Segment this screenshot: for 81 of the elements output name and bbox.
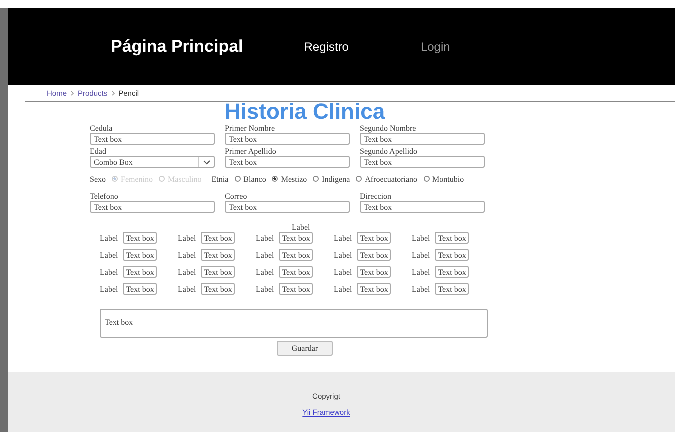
field-label: Label: [334, 268, 352, 276]
text-field[interactable]: Text box: [357, 283, 392, 295]
chevron-right-icon: [71, 91, 74, 96]
text-field[interactable]: Text box: [123, 283, 158, 295]
chevron-down-icon: [202, 160, 210, 164]
site-title: Página Principal: [111, 36, 244, 56]
text-field[interactable]: Text box: [90, 201, 215, 213]
text-field[interactable]: Text box: [435, 249, 470, 261]
text-field[interactable]: Text box: [123, 232, 158, 244]
field-label: Edad: [90, 147, 108, 156]
radio-button[interactable]: [272, 176, 278, 182]
group-label: Etnia: [212, 174, 229, 184]
text-field[interactable]: Text box: [279, 232, 314, 244]
radio-button[interactable]: [356, 176, 362, 182]
text-field[interactable]: Text box: [225, 133, 350, 145]
field-label: Direccion: [360, 192, 393, 201]
nav-link[interactable]: Registro: [304, 40, 349, 54]
save-button[interactable]: Guardar: [277, 341, 333, 356]
text-field[interactable]: Text box: [360, 133, 485, 145]
text-field[interactable]: Text box: [225, 201, 350, 213]
chevron-right-icon: [112, 91, 115, 96]
text-field[interactable]: Text box: [279, 283, 314, 295]
text-field[interactable]: Text box: [357, 232, 392, 244]
nav-link[interactable]: Login: [420, 40, 450, 54]
field-label: Primer Nombre: [225, 124, 276, 133]
field-label: Label: [100, 250, 118, 260]
text-field[interactable]: Text box: [357, 249, 392, 261]
field-label: Label: [256, 234, 274, 242]
text-field[interactable]: Text box: [201, 266, 236, 278]
text-field[interactable]: Text box: [123, 249, 158, 261]
radio-label: Mestizo: [281, 174, 308, 184]
form-title: Historia Clinica: [224, 102, 386, 122]
field-label: Segundo Nombre: [360, 124, 418, 133]
text-field[interactable]: Text box: [279, 266, 314, 278]
field-label: Label: [256, 284, 274, 294]
text-field[interactable]: Text box: [360, 201, 485, 213]
field-label: Label: [256, 250, 274, 260]
combo-value: Combo Box: [94, 157, 133, 167]
field-label: Label: [256, 268, 274, 276]
field-label: Telefono: [90, 192, 120, 201]
field-label: Primer Apellido: [225, 147, 278, 156]
field-label: Label: [178, 234, 196, 242]
text-field[interactable]: Text box: [279, 249, 314, 261]
field-label: Label: [178, 250, 196, 260]
combo-box[interactable]: Combo Box: [90, 156, 215, 168]
text-area[interactable]: Text box: [100, 309, 488, 338]
text-field[interactable]: Text box: [435, 232, 470, 244]
field-label: Label: [334, 250, 352, 260]
field-label: Label: [412, 268, 430, 276]
radio-button[interactable]: [424, 176, 430, 182]
text-field[interactable]: Text box: [225, 156, 350, 168]
text-field[interactable]: Text box: [435, 283, 470, 295]
text-field[interactable]: Text box: [201, 232, 236, 244]
text-field[interactable]: Text box: [90, 133, 215, 145]
field-label: Segundo Apellido: [360, 147, 419, 156]
field-label: Label: [412, 284, 430, 294]
text-field[interactable]: Text box: [123, 266, 158, 278]
field-label: Label: [100, 284, 118, 294]
grid-heading: Label: [292, 223, 312, 232]
text-field[interactable]: Text box: [201, 283, 236, 295]
radio-label: Afroecuatoriano: [365, 174, 418, 184]
group-label: Sexo: [90, 174, 106, 184]
text-field[interactable]: Text box: [201, 249, 236, 261]
field-label: Label: [334, 234, 352, 242]
text-field[interactable]: Text box: [435, 266, 470, 278]
radio-button[interactable]: [313, 176, 320, 182]
field-label: Label: [334, 284, 352, 294]
field-label: Label: [178, 268, 196, 276]
field-label: Cedula: [90, 124, 114, 133]
radio-label: Blanco: [244, 174, 266, 184]
field-label: Label: [100, 234, 118, 242]
radio-label: Indigena: [322, 174, 350, 184]
field-label: Label: [178, 284, 196, 294]
radio-label: Montubio: [432, 174, 464, 184]
field-label: Label: [412, 234, 430, 242]
field-label: Label: [100, 268, 118, 276]
field-label: Label: [412, 250, 430, 260]
text-field[interactable]: Text box: [360, 156, 485, 168]
radio-button[interactable]: [234, 176, 241, 182]
text-field[interactable]: Text box: [357, 266, 392, 278]
field-label: Correo: [225, 192, 248, 201]
